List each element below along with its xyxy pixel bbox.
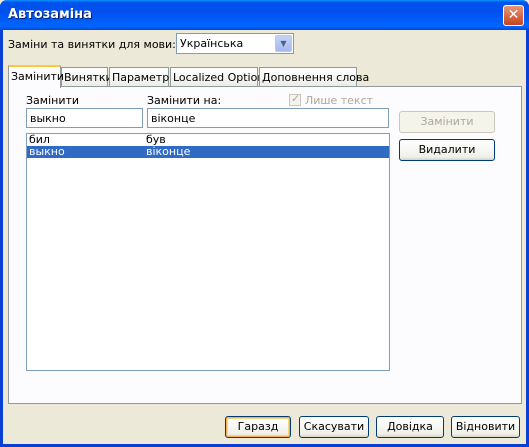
list-item-selected[interactable]: выкно віконце [27,146,389,158]
help-button[interactable]: Довідка [376,416,444,438]
tab-options[interactable]: Параметри [109,67,176,87]
autocorrect-dialog: Автозаміна ✕ Заміни та винятки для мови:… [0,0,529,447]
language-select[interactable]: Українська ▼ [176,33,294,54]
close-icon: ✕ [507,7,520,23]
entry-from: выкно [29,145,65,158]
dialog-client: Заміни та винятки для мови: Українська ▼… [3,30,526,444]
replace-label: Замінити [26,94,80,107]
autocorrect-list[interactable]: бил був выкно віконце [26,133,390,371]
plain-text-label: Лише текст [305,94,374,107]
tab-exceptions[interactable]: Винятки [61,67,113,87]
language-selected: Українська [180,37,244,50]
title-bar[interactable]: Автозаміна ✕ [0,0,529,30]
tab-replace[interactable]: Замінити [8,65,64,88]
cancel-button[interactable]: Скасувати [299,416,369,438]
checkbox-box[interactable]: ✓ [289,92,301,106]
close-button[interactable]: ✕ [503,5,524,26]
window-title: Автозаміна [8,7,92,22]
replace-input[interactable]: выкно [26,108,143,128]
restore-button[interactable]: Відновити [451,416,520,438]
list-item[interactable]: бил був [27,134,389,146]
entry-to: віконце [146,145,191,158]
delete-button[interactable]: Видалити [399,139,495,161]
checkmark-icon: ✓ [291,92,301,105]
replace-with-input[interactable]: віконце [147,108,389,128]
replace-tab-panel: Замінити Замінити на: ✓ Лише текст выкно … [8,86,522,404]
language-label: Заміни та винятки для мови: [8,38,176,51]
chevron-down-icon[interactable]: ▼ [275,35,292,52]
tab-localized-options[interactable]: Localized Options [170,67,270,87]
tab-word-completion[interactable]: Доповнення слова [259,67,369,87]
ok-button[interactable]: Гаразд [225,416,291,438]
replace-button[interactable]: Замінити [399,111,495,133]
plain-text-checkbox[interactable]: ✓ Лише текст [289,92,374,107]
replace-with-label: Замінити на: [147,94,222,107]
